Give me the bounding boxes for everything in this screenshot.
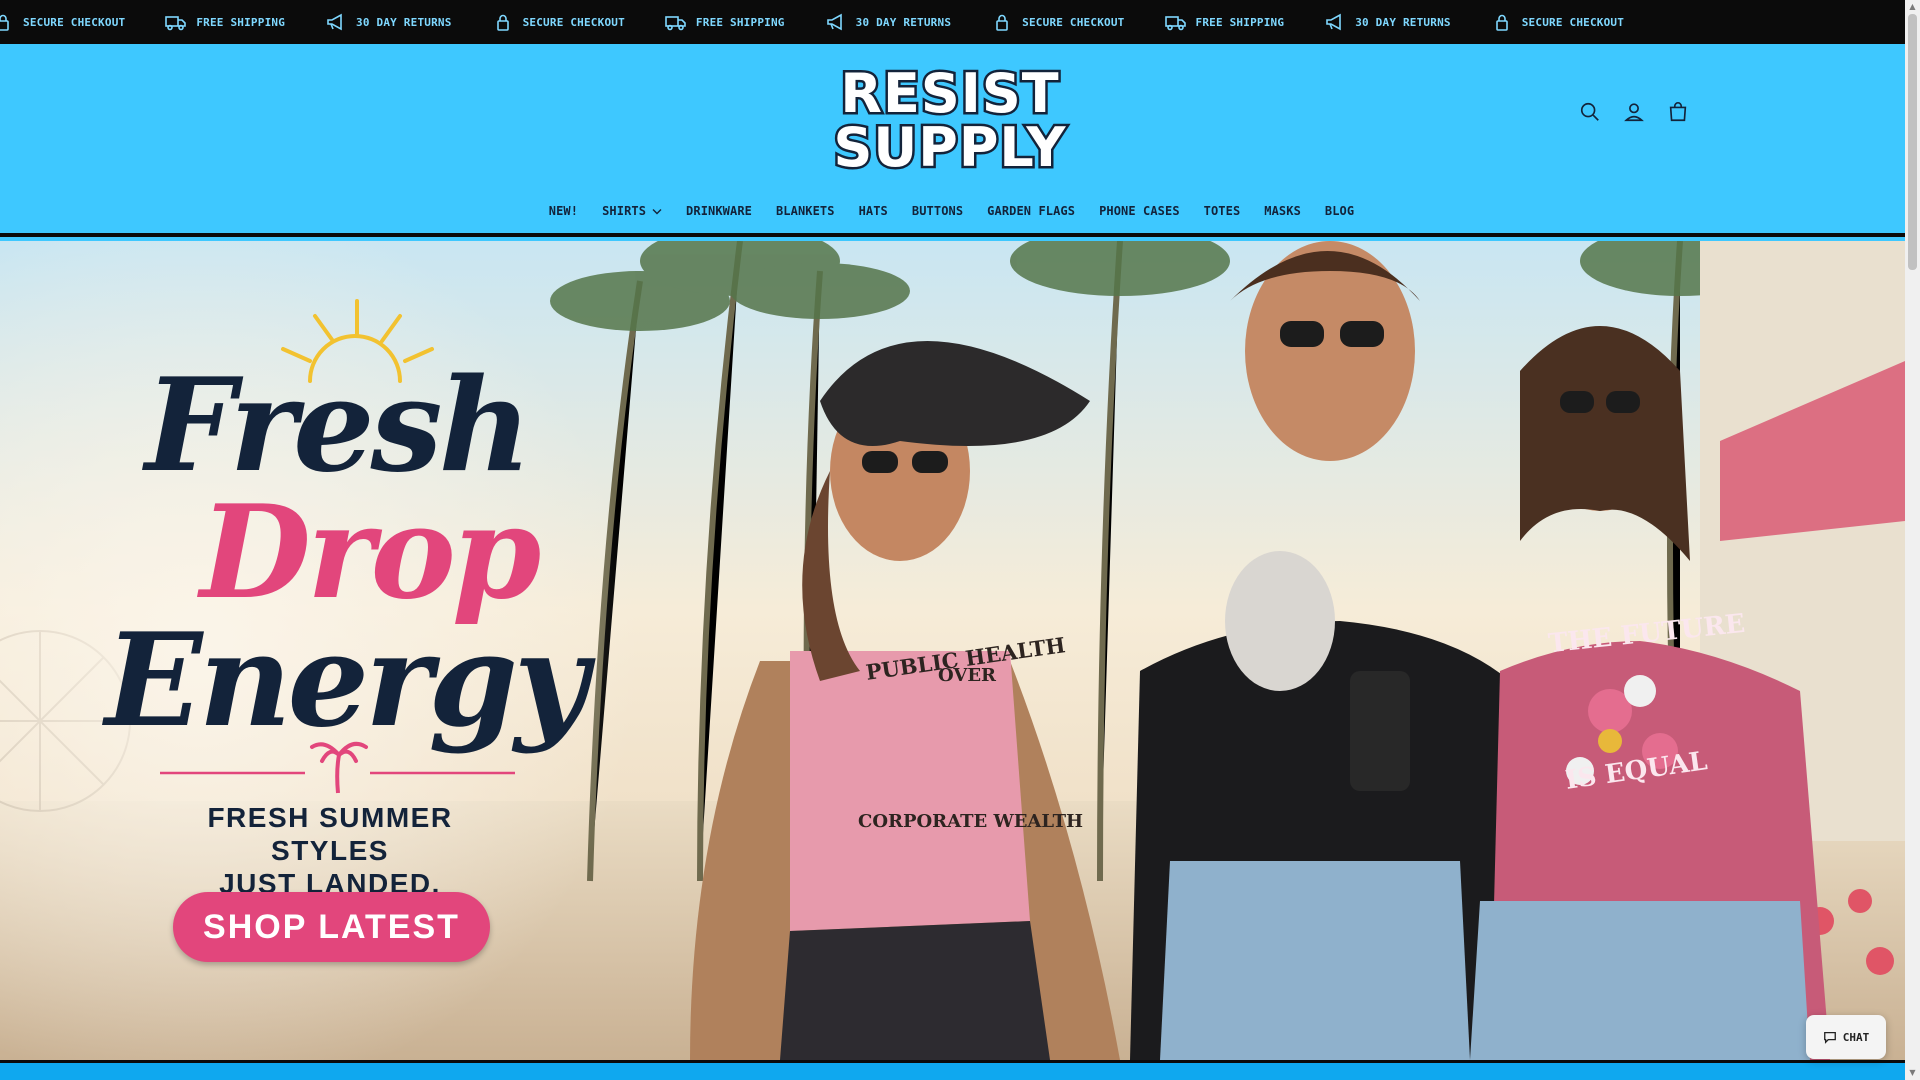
truck-icon [1164,12,1187,32]
scroll-up-arrow-icon[interactable]: ▲ [1908,2,1917,12]
announcement-item: 30 DAY RETURNS [1324,12,1491,32]
lock-icon [492,12,514,32]
shirt-text-corporate-wealth: CORPORATE WEALTH [858,811,1083,832]
chevron-down-icon [652,208,662,215]
megaphone-icon [1324,12,1346,32]
announcement-label: SECURE CHECKOUT [522,15,625,29]
nav-item-label: TOTES [1203,204,1241,218]
truck-icon [665,12,687,32]
announcement-label: 30 DAY RETURNS [356,15,452,29]
hero-subtitle-line-1: FRESH SUMMER STYLES [207,802,453,866]
megaphone-icon [325,12,347,32]
announcement-item: SECURE CHECKOUT [492,12,665,32]
announcement-label: FREE SHIPPING [695,15,785,29]
announcement-bar: SECURE CHECKOUT FREE SHIPPING 30 DAY RETUR… [0,0,1905,44]
announcement-label: SECURE CHECKOUT [1022,15,1125,29]
announcement-label: SECURE CHECKOUT [23,15,126,29]
chat-bubble-icon [1823,1031,1836,1044]
announcement-label: FREE SHIPPING [1195,15,1285,29]
main-nav: NEW! SHIRTS DRINKWARE BLANKETS HATS BUTTONS GA… [0,204,1905,218]
truck-icon [165,12,187,32]
hero-headline-energy: Energy [105,606,588,756]
account-icon[interactable] [1622,100,1646,124]
nav-item-label: BLOG [1324,204,1355,218]
main-nav-list: NEW! SHIRTS DRINKWARE BLANKETS HATS BUTTONS GA… [549,204,1354,218]
nav-item-label: NEW! [548,204,579,218]
nav-item-label: SHIRTS [602,204,647,218]
announcement-item: SECURE CHECKOUT [991,12,1164,32]
announcement-label: SECURE CHECKOUT [1521,15,1625,29]
announcement-label: 30 DAY RETURNS [1355,15,1451,29]
nav-item-label: MASKS [1264,204,1301,218]
announcement-item: FREE SHIPPING [665,12,825,32]
cart-icon[interactable] [1666,100,1690,124]
announcement-label: 30 DAY RETURNS [855,15,952,29]
shirt-text-over: OVER [938,665,997,686]
nav-item-phone-cases[interactable]: PHONE CASES [1099,204,1180,218]
chat-label: CHAT [1842,1030,1870,1044]
nav-item-buttons[interactable]: BUTTONS [912,204,963,218]
hero-banner[interactable]: Fresh Drop Energy FRESH SUMMER STYLES JU… [0,241,1905,1060]
nav-item-label: DRINKWARE [686,204,752,218]
search-icon[interactable] [1578,100,1602,124]
page: SECURE CHECKOUT FREE SHIPPING 30 DAY RETUR… [0,0,1905,1080]
lock-icon [0,12,14,32]
scroll-thumb[interactable] [1908,14,1917,270]
site-header: RESIST SUPPLY NEW! SHIRTS DRINKWARE BLANKET… [0,44,1905,237]
nav-item-hats[interactable]: HATS [859,204,888,218]
lock-icon [1491,12,1513,32]
page-scrollbar[interactable]: ▲ ▼ [1905,0,1920,1080]
megaphone-icon [825,12,847,32]
resist-supply-logo[interactable]: RESIST SUPPLY [810,62,1090,172]
announcement-track: SECURE CHECKOUT FREE SHIPPING 30 DAY RETUR… [0,0,1905,44]
nav-item-label: HATS [858,204,888,218]
nav-item-blankets[interactable]: BLANKETS [776,204,835,218]
logo-line-2: SUPPLY [834,116,1067,172]
scroll-down-arrow-icon[interactable]: ▼ [1908,1068,1917,1078]
announcement-item: FREE SHIPPING [1164,12,1325,32]
announcement-item: SECURE CHECKOUT [0,12,165,32]
nav-item-label: BLANKETS [775,204,835,218]
nav-item-label: BUTTONS [911,204,964,218]
next-section-band [0,1060,1905,1080]
nav-item-new[interactable]: NEW! [549,204,578,218]
lock-icon [991,12,1013,32]
shop-latest-button[interactable]: SHOP LATEST [173,892,490,962]
nav-item-garden-flags[interactable]: GARDEN FLAGS [987,204,1075,218]
hero-subtitle: FRESH SUMMER STYLES JUST LANDED. [150,801,510,900]
nav-item-drinkware[interactable]: DRINKWARE [686,204,752,218]
announcement-label: FREE SHIPPING [196,15,286,29]
nav-item-label: PHONE CASES [1099,204,1180,218]
nav-item-totes[interactable]: TOTES [1204,204,1241,218]
chat-button[interactable]: CHAT [1806,1015,1886,1059]
nav-item-shirts[interactable]: SHIRTS [602,204,662,218]
nav-item-masks[interactable]: MASKS [1264,204,1301,218]
announcement-item: 30 DAY RETURNS [825,12,992,32]
announcement-item: FREE SHIPPING [165,12,325,32]
announcement-item: 30 DAY RETURNS [325,12,492,32]
nav-item-label: GARDEN FLAGS [987,204,1076,218]
announcement-item: SECURE CHECKOUT [1491,12,1664,32]
header-icons [1578,100,1690,124]
nav-item-blog[interactable]: BLOG [1325,204,1354,218]
